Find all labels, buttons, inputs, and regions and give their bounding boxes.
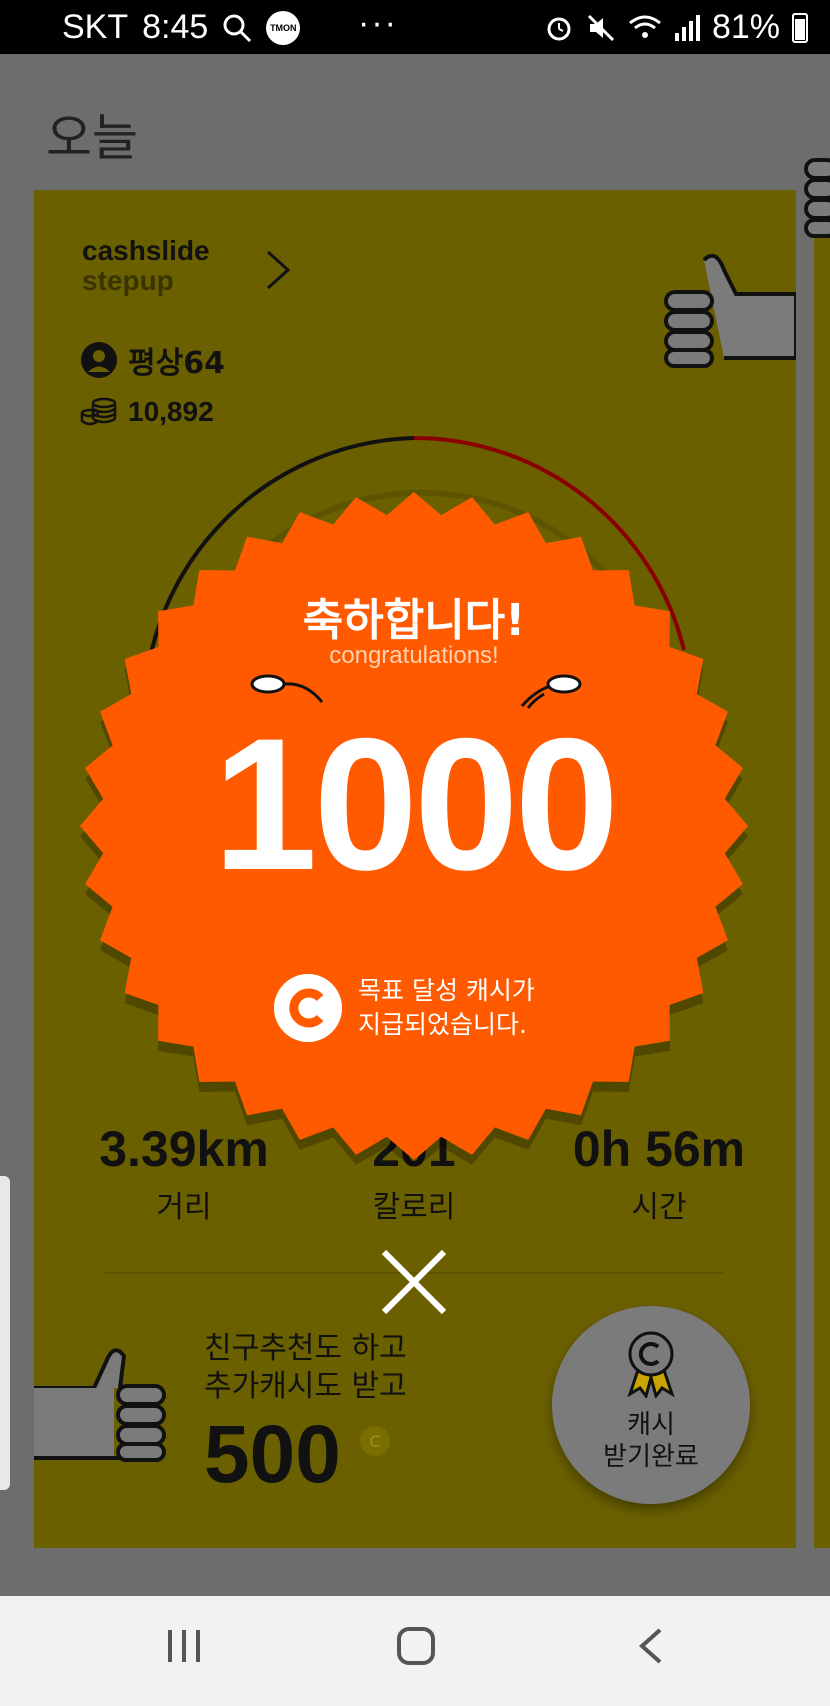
alarm-icon bbox=[547, 17, 571, 40]
wifi-icon bbox=[629, 15, 661, 38]
thumbs-up-icon bbox=[34, 1348, 166, 1462]
cash-received-button[interactable]: 캐시 받기완료 bbox=[552, 1306, 750, 1504]
carrier-label: SKT bbox=[62, 8, 129, 46]
congrats-message: 목표 달성 캐시가 지급되었습니다. bbox=[358, 976, 535, 1039]
invite-line2: 추가캐시도 받고 bbox=[204, 1369, 407, 1404]
clock: 8:45 bbox=[142, 8, 209, 46]
medal-icon bbox=[627, 1331, 675, 1400]
tmon-app-icon: TMON bbox=[266, 10, 301, 45]
close-icon[interactable] bbox=[378, 1246, 450, 1318]
invite-line1: 친구추천도 하고 bbox=[204, 1331, 407, 1366]
thumbs-up-icon bbox=[804, 158, 830, 238]
battery-icon bbox=[792, 12, 808, 43]
more-notifications-icon: ··· bbox=[358, 4, 398, 42]
page-title: 오늘 bbox=[46, 109, 138, 167]
invite-amount: 500 bbox=[204, 1409, 341, 1500]
mute-icon bbox=[587, 14, 614, 41]
battery-percent: 81% bbox=[711, 8, 780, 46]
invite-banner[interactable]: 친구추천도 하고 추가캐시도 받고 bbox=[204, 1330, 407, 1406]
cash-received-line1: 캐시 bbox=[627, 1410, 675, 1440]
status-bar: SKT 8:45 TMON ··· 81% bbox=[0, 0, 830, 54]
congrats-title: 축하합니다! bbox=[302, 595, 526, 646]
edge-panel-handle[interactable] bbox=[0, 1176, 10, 1490]
cash-coin-icon: C bbox=[360, 1426, 390, 1456]
recent-apps-button[interactable] bbox=[166, 1626, 202, 1666]
reward-amount: 1000 bbox=[212, 699, 619, 909]
search-icon bbox=[223, 14, 252, 42]
navigation-bar bbox=[0, 1596, 830, 1706]
congrats-popup: 축하합니다! congratulations! 1000 목표 달성 캐시가 지… bbox=[74, 486, 754, 1166]
cash-coin-icon bbox=[274, 974, 342, 1042]
congrats-subtitle: congratulations! bbox=[329, 642, 499, 669]
signal-icon bbox=[674, 14, 700, 41]
next-card-peek[interactable] bbox=[814, 190, 830, 1548]
cash-received-line2: 받기완료 bbox=[603, 1442, 699, 1472]
back-button[interactable] bbox=[636, 1626, 666, 1666]
home-button[interactable] bbox=[396, 1626, 436, 1666]
